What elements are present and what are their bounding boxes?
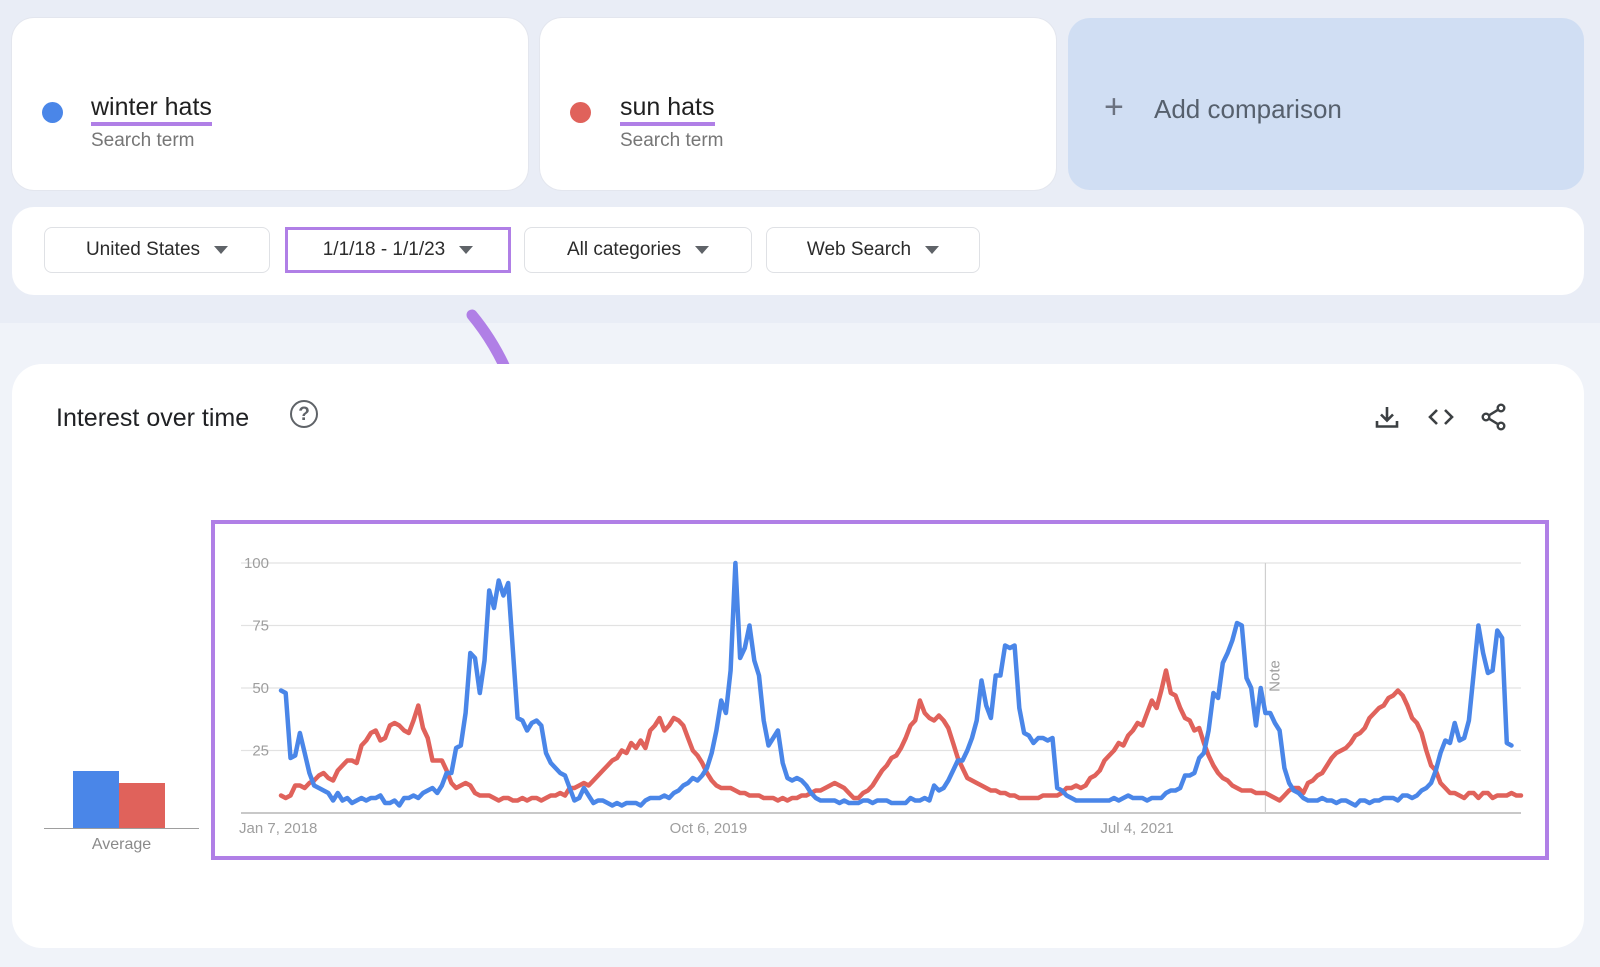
share-icon[interactable] — [1479, 402, 1509, 432]
average-label: Average — [91, 836, 152, 853]
series-color-dot — [42, 102, 63, 123]
y-tick-label: 50 — [252, 680, 269, 697]
search-term-name[interactable]: winter hats — [91, 92, 212, 126]
search-type-filter-dropdown[interactable]: Web Search — [766, 227, 980, 273]
search-term-type: Search term — [620, 130, 724, 151]
region-filter-label: United States — [85, 239, 201, 260]
question-circle-icon[interactable]: ? — [290, 400, 318, 428]
section-title: Interest over time — [56, 404, 250, 432]
download-icon[interactable] — [1372, 402, 1402, 432]
x-tick-label: Jan 7, 2018 — [239, 820, 317, 837]
average-bar-winter-hats — [73, 770, 119, 828]
region-filter-dropdown[interactable]: United States — [44, 227, 270, 273]
add-comparison-button[interactable]: + Add comparison — [1068, 18, 1584, 190]
chevron-down-icon — [695, 246, 710, 254]
interest-line-chart: 25 50 75 100 Note Jan 7, 2018 Oct 6, 2019 Jul 4… — [211, 520, 1549, 860]
search-term-card-winter-hats[interactable]: winter hats Search term — [12, 18, 528, 190]
plus-icon: + — [1104, 88, 1124, 126]
y-tick-label: 75 — [252, 618, 269, 635]
search-term-card-sun-hats[interactable]: sun hats Search term — [540, 18, 1056, 190]
date-range-filter-dropdown[interactable]: 1/1/18 - 1/1/23 — [285, 227, 511, 273]
x-tick-label: Oct 6, 2019 — [670, 820, 748, 837]
note-marker-label: Note — [1266, 660, 1283, 692]
average-chart: Average — [44, 744, 199, 853]
chevron-down-icon — [925, 246, 940, 254]
filter-bar: United States 1/1/18 - 1/1/23 All catego… — [12, 207, 1584, 295]
y-tick-label: 25 — [252, 743, 269, 760]
embed-code-icon[interactable] — [1426, 402, 1456, 432]
y-tick-label: 100 — [244, 555, 269, 572]
chevron-down-icon — [214, 246, 229, 254]
search-term-name[interactable]: sun hats — [620, 92, 715, 126]
x-tick-label: Jul 4, 2021 — [1100, 820, 1173, 837]
add-comparison-label: Add comparison — [1154, 94, 1342, 124]
search-term-type: Search term — [91, 130, 195, 151]
series-color-dot — [570, 102, 591, 123]
average-bar-sun-hats — [119, 783, 165, 828]
average-axis-line — [44, 828, 199, 829]
category-filter-label: All categories — [566, 239, 682, 260]
line-chart-svg: 25 50 75 100 Note Jan 7, 2018 Oct 6, 2019 Jul 4… — [239, 555, 1524, 837]
search-type-filter-label: Web Search — [806, 239, 912, 260]
category-filter-dropdown[interactable]: All categories — [524, 227, 752, 273]
chevron-down-icon — [459, 246, 474, 254]
date-range-filter-label: 1/1/18 - 1/1/23 — [322, 239, 446, 260]
interest-over-time-card: Interest over time ? Average 25 50 75 100 No… — [12, 364, 1584, 948]
